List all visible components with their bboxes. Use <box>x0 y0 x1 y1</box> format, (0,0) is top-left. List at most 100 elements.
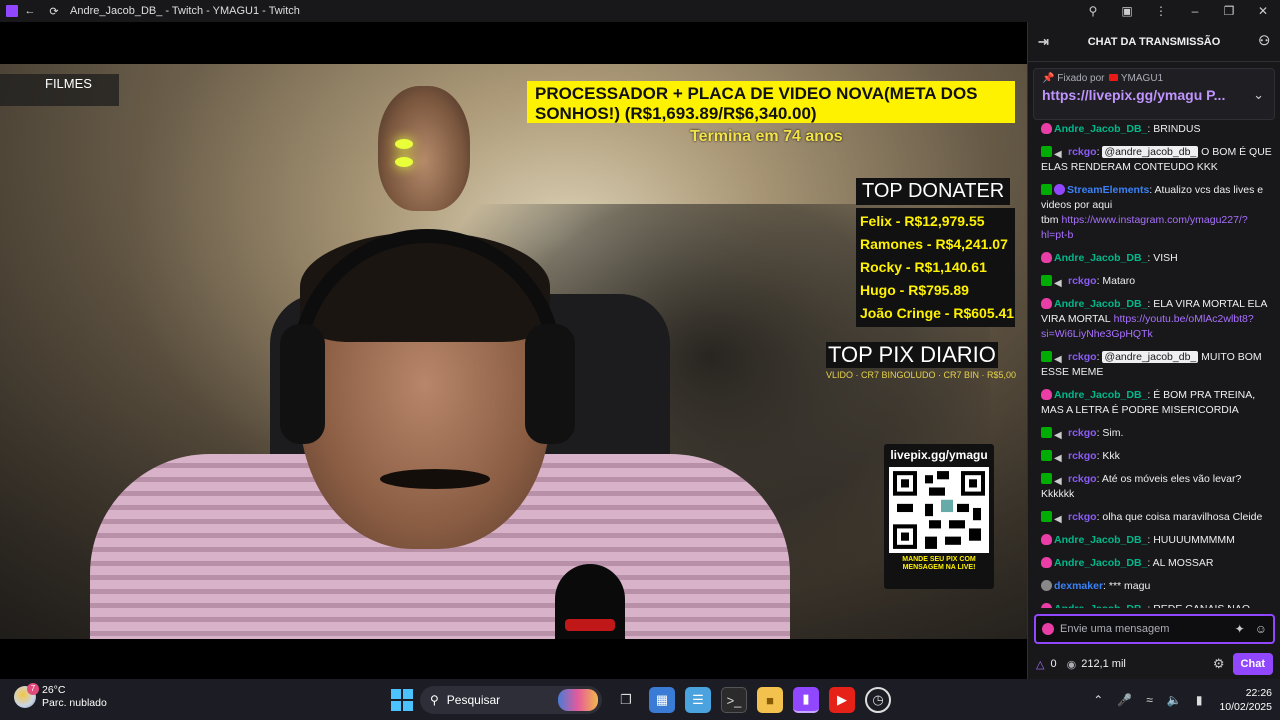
search-icon: ⚲ <box>430 693 439 707</box>
muted-badge-icon[interactable]: ◀ <box>1054 147 1066 160</box>
sub-badge-icon[interactable] <box>1041 557 1052 568</box>
pinned-message[interactable]: 📌 Fixado por YMAGU1 https://livepix.gg/y… <box>1033 68 1275 120</box>
minimize-button[interactable]: – <box>1178 4 1212 18</box>
wifi-icon[interactable]: ≈ <box>1146 693 1153 707</box>
mod-badge-icon[interactable] <box>1041 427 1052 438</box>
mod-badge-icon[interactable] <box>1041 275 1052 286</box>
chat-username[interactable]: Andre_Jacob_DB_ <box>1054 557 1147 569</box>
file-explorer-icon[interactable]: ■ <box>757 687 783 713</box>
more-options-icon[interactable]: ⋮ <box>1144 4 1178 18</box>
channel-points-icon[interactable]: △ <box>1036 658 1044 671</box>
sub-badge-icon[interactable] <box>1041 123 1052 134</box>
chat-message: ◀ rckgo: @andre_jacob_db_ MUITO BOM ESSE … <box>1041 350 1273 380</box>
extensions-icon[interactable]: ▣ <box>1110 4 1144 18</box>
chat-username[interactable]: rckgo <box>1068 351 1097 363</box>
top-pix-title: TOP PIX DIARIO <box>826 342 998 368</box>
maximize-button[interactable]: ❐ <box>1212 4 1246 18</box>
microphone-icon[interactable]: 🎤 <box>1117 693 1132 707</box>
microsoft-store-icon[interactable]: ▦ <box>649 687 675 713</box>
stream-video[interactable]: FILMES PROCESSADOR + PLACA DE VIDEO NOVA… <box>0 64 1027 639</box>
chat-username[interactable]: dexmaker <box>1054 580 1103 592</box>
volume-icon[interactable]: 🔈 <box>1167 693 1182 707</box>
chevron-down-icon[interactable]: ⌄ <box>1253 87 1264 103</box>
chat-username[interactable]: Andre_Jacob_DB_ <box>1054 534 1147 546</box>
taskbar-search[interactable]: ⚲ Pesquisar <box>420 686 602 714</box>
power-ups-icon[interactable]: ✦ <box>1235 622 1245 636</box>
windows-start-icon[interactable] <box>391 689 413 711</box>
chat-username[interactable]: rckgo <box>1068 427 1097 439</box>
muted-badge-icon[interactable]: ◀ <box>1054 352 1066 365</box>
chat-username[interactable]: rckgo <box>1068 275 1097 287</box>
youtube-icon[interactable]: ▶ <box>829 687 855 713</box>
search-icon[interactable]: ⚲ <box>1076 4 1110 18</box>
muted-badge-icon[interactable]: ◀ <box>1054 428 1066 441</box>
collapse-chat-icon[interactable]: ⇥ <box>1038 34 1049 50</box>
chat-username[interactable]: Andre_Jacob_DB_ <box>1054 298 1147 310</box>
chat-username[interactable]: rckgo <box>1068 511 1097 523</box>
chat-link[interactable]: https://www.instagram.com/ymagu227/?hl=p… <box>1041 214 1248 241</box>
sub-badge-icon[interactable] <box>1041 252 1052 263</box>
chat-message: StreamElements: Atualizo vcs das lives e… <box>1041 183 1273 243</box>
pinned-link[interactable]: https://livepix.gg/ymagu P... <box>1042 87 1242 103</box>
mod-badge-icon[interactable] <box>1041 450 1052 461</box>
avatar-badge-icon[interactable] <box>1041 580 1052 591</box>
muted-badge-icon[interactable]: ◀ <box>1054 474 1066 487</box>
microphone <box>555 564 625 639</box>
speedometer-icon[interactable]: ◷ <box>865 687 891 713</box>
chat-input[interactable]: Envie uma mensagem ✦ ☺ <box>1034 614 1275 644</box>
battery-icon[interactable]: ▮ <box>1196 693 1203 707</box>
sub-badge-icon[interactable] <box>1041 389 1052 400</box>
mod-badge-icon[interactable] <box>1041 351 1052 362</box>
chevron-up-icon[interactable]: ⌃ <box>1093 693 1103 707</box>
task-view-icon[interactable]: ❐ <box>613 687 639 713</box>
weather-widget[interactable]: 7 26°C Parc. nublado <box>14 683 107 710</box>
chat-text: : AL MOSSAR <box>1147 557 1214 569</box>
back-icon[interactable]: ← <box>18 0 42 22</box>
chat-message: Andre_Jacob_DB_: VISH <box>1041 251 1273 266</box>
notepad-icon[interactable]: ☰ <box>685 687 711 713</box>
sub-badge-icon[interactable] <box>1041 298 1052 309</box>
chat-send-button[interactable]: Chat <box>1232 653 1273 675</box>
terminal-icon[interactable]: >_ <box>721 687 747 713</box>
chat-username[interactable]: rckgo <box>1068 450 1097 462</box>
chat-username[interactable]: Andre_Jacob_DB_ <box>1054 123 1147 135</box>
muted-badge-icon[interactable]: ◀ <box>1054 451 1066 464</box>
chat-mention[interactable]: @andre_jacob_db_ <box>1102 351 1199 363</box>
chat-text: : olha que coisa maravilhosa Cleide <box>1096 511 1263 523</box>
twitch-app-icon[interactable]: ▮ <box>793 687 819 713</box>
chat-message: ◀ rckgo: olha que coisa maravilhosa Cleid… <box>1041 510 1273 525</box>
sub-badge-icon[interactable] <box>1041 603 1052 608</box>
weather-icon: 7 <box>14 683 39 708</box>
pinned-by-label: Fixado por <box>1057 73 1105 84</box>
mod-badge-icon[interactable] <box>1041 511 1052 522</box>
mod-badge-icon[interactable] <box>1041 473 1052 484</box>
chat-username[interactable]: Andre_Jacob_DB_ <box>1054 252 1147 264</box>
mod-badge-icon[interactable] <box>1041 184 1052 195</box>
weather-badge: 7 <box>27 683 39 695</box>
chat-username[interactable]: rckgo <box>1068 473 1097 485</box>
reload-icon[interactable]: ⟳ <box>42 0 66 22</box>
chat-username[interactable]: Andre_Jacob_DB_ <box>1054 389 1147 401</box>
chat-mention[interactable]: @andre_jacob_db_ <box>1102 146 1199 158</box>
chat-text: : Kkk <box>1096 450 1120 462</box>
mod-badge-icon[interactable] <box>1041 146 1052 157</box>
chat-settings-icon[interactable]: ⚙ <box>1213 656 1225 672</box>
chat-username[interactable]: Andre_Jacob_DB_ <box>1054 603 1147 608</box>
close-button[interactable]: ✕ <box>1246 4 1280 18</box>
sub-badge-icon[interactable] <box>1041 534 1052 545</box>
weather-desc: Parc. nublado <box>42 697 107 709</box>
filmes-label: FILMES <box>0 74 119 106</box>
clock[interactable]: 22:26 10/02/2025 <box>1219 686 1272 714</box>
windows-taskbar: 7 26°C Parc. nublado ⚲ Pesquisar ❐ ▦ ☰ >… <box>0 679 1280 720</box>
chat-username[interactable]: rckgo <box>1068 146 1097 158</box>
bot-badge-icon[interactable] <box>1054 184 1065 195</box>
video-player[interactable]: FILMES PROCESSADOR + PLACA DE VIDEO NOVA… <box>0 22 1027 679</box>
chat-username[interactable]: StreamElements <box>1067 184 1149 196</box>
community-icon[interactable]: ⚇ <box>1258 33 1270 49</box>
emote-picker-icon[interactable]: ☺ <box>1255 622 1267 636</box>
qr-url: livepix.gg/ymagu <box>890 448 988 462</box>
chat-input-placeholder[interactable]: Envie uma mensagem <box>1060 623 1169 635</box>
muted-badge-icon[interactable]: ◀ <box>1054 512 1066 525</box>
muted-badge-icon[interactable]: ◀ <box>1054 276 1066 289</box>
browser-titlebar: ← ⟳ Andre_Jacob_DB_ - Twitch - YMAGU1 - … <box>0 0 1280 22</box>
